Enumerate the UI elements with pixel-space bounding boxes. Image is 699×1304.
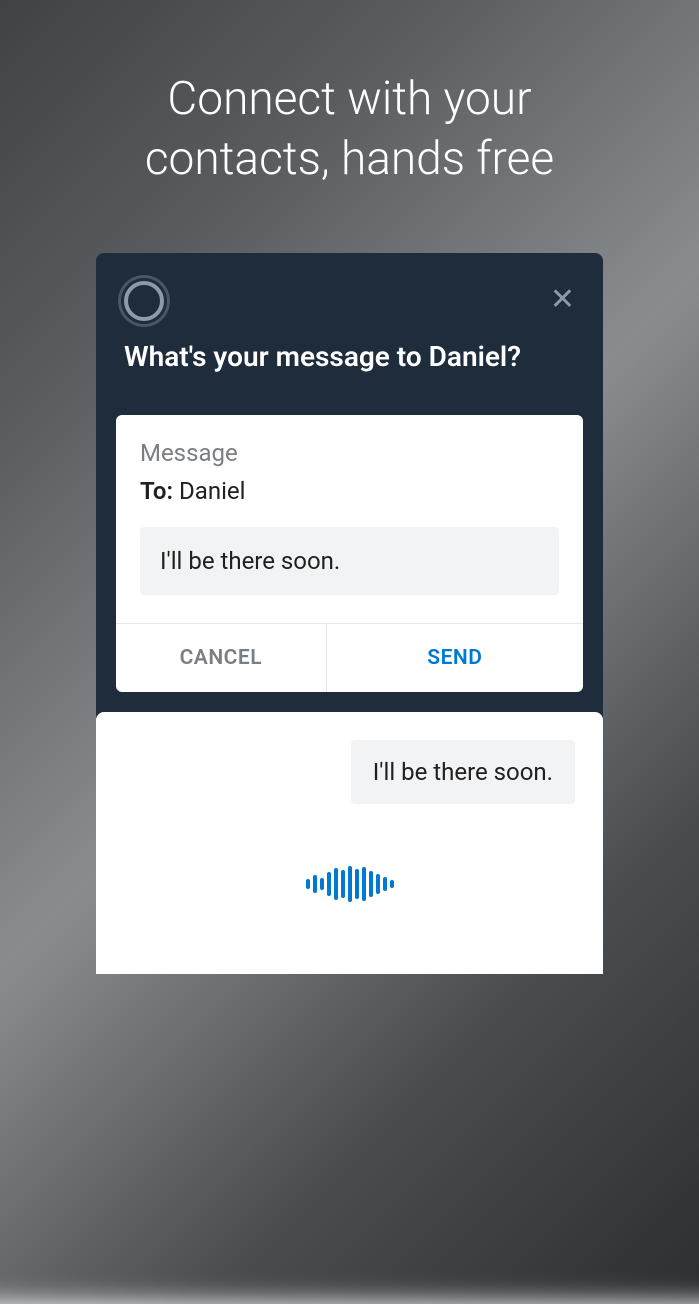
close-button[interactable]: ✕ <box>550 285 575 315</box>
voice-response-card: I'll be there soon. <box>96 712 603 974</box>
message-compose-card: Message To: Daniel I'll be there soon. C… <box>116 415 583 692</box>
message-actions: CANCEL SEND <box>116 623 583 692</box>
cancel-button[interactable]: CANCEL <box>116 624 327 692</box>
to-label: To: <box>140 477 173 505</box>
panel-header: ✕ What's your message to Daniel? <box>96 253 603 395</box>
message-recipient-line: To: Daniel <box>140 477 559 505</box>
promo-headline: Connect with your contacts, hands free <box>0 70 699 190</box>
send-button[interactable]: SEND <box>327 624 583 692</box>
voice-waveform-icon[interactable] <box>306 864 394 904</box>
message-label: Message <box>140 439 559 467</box>
message-body: I'll be there soon. <box>140 527 559 595</box>
cortana-icon <box>124 281 164 321</box>
message-content: Message To: Daniel I'll be there soon. <box>116 415 583 623</box>
user-speech-bubble: I'll be there soon. <box>351 740 575 804</box>
assistant-panel: ✕ What's your message to Daniel? Message… <box>96 253 603 974</box>
assistant-prompt: What's your message to Daniel? <box>124 339 575 375</box>
recipient-name: Daniel <box>179 477 245 505</box>
